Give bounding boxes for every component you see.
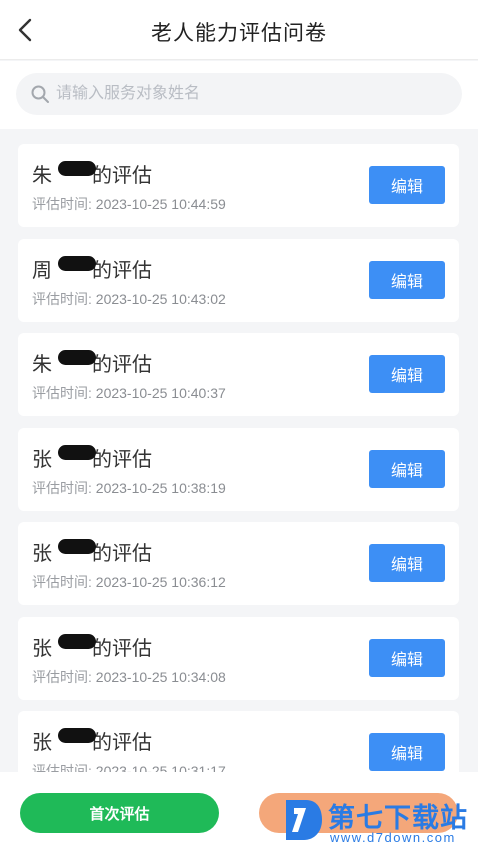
edit-button[interactable]: 编辑 (369, 166, 445, 204)
assessment-card[interactable]: 朱的评估 评估时间: 2023-10-25 10:44:59 编辑 (18, 144, 459, 227)
edit-button[interactable]: 编辑 (369, 355, 445, 393)
assessment-card[interactable]: 周的评估 评估时间: 2023-10-25 10:43:02 编辑 (18, 238, 459, 322)
edit-button[interactable]: 编辑 (369, 260, 445, 299)
first-assessment-button[interactable]: 首次评估 (20, 793, 219, 833)
assessment-time: 评估时间: 2023-10-25 10:38:19 (32, 479, 226, 496)
assessment-time: 评估时间: 2023-10-25 10:31:17 (32, 763, 226, 772)
name-redaction-mask (58, 539, 96, 554)
assessment-card[interactable]: 张的评估 评估时间: 2023-10-25 10:34:08 编辑 (18, 616, 459, 700)
assessment-card[interactable]: 张的评估 评估时间: 2023-10-25 10:31:17 编辑 (18, 711, 459, 772)
assessment-card[interactable]: 张的评估 评估时间: 2023-10-25 10:36:12 编辑 (18, 522, 459, 605)
d7-logo-icon (282, 796, 324, 844)
assessment-list: 朱的评估 评估时间: 2023-10-25 10:44:59 编辑 周的评估 评… (18, 144, 459, 772)
search-box[interactable] (16, 73, 462, 115)
search-area (0, 61, 478, 129)
name-redaction-mask (58, 728, 96, 743)
edit-button[interactable]: 编辑 (369, 733, 445, 771)
assessment-time: 评估时间: 2023-10-25 10:40:37 (32, 385, 226, 401)
top-bar: 老人能力评估问卷 (0, 0, 478, 60)
name-redaction-mask (58, 350, 96, 365)
edit-button[interactable]: 编辑 (369, 544, 445, 582)
assessment-card[interactable]: 张的评估 评估时间: 2023-10-25 10:38:19 编辑 (18, 427, 459, 511)
name-redaction-mask (58, 255, 96, 271)
assessment-time: 评估时间: 2023-10-25 10:43:02 (32, 290, 226, 307)
watermark-url: www.d7down.com (330, 830, 456, 845)
assessment-time: 评估时间: 2023-10-25 10:44:59 (32, 196, 226, 212)
page-title: 老人能力评估问卷 (151, 22, 327, 45)
name-redaction-mask (58, 444, 96, 460)
assessment-card[interactable]: 朱的评估 评估时间: 2023-10-25 10:40:37 编辑 (18, 333, 459, 416)
assessment-time: 评估时间: 2023-10-25 10:34:08 (32, 668, 226, 685)
edit-button[interactable]: 编辑 (369, 638, 445, 677)
search-icon (30, 84, 50, 104)
search-input[interactable] (56, 73, 446, 115)
site-watermark: 第七下载站 www.d7down.com (282, 794, 474, 848)
name-redaction-mask (58, 161, 96, 176)
name-redaction-mask (58, 633, 96, 649)
assessment-time: 评估时间: 2023-10-25 10:36:12 (32, 574, 226, 590)
edit-button[interactable]: 编辑 (369, 449, 445, 488)
